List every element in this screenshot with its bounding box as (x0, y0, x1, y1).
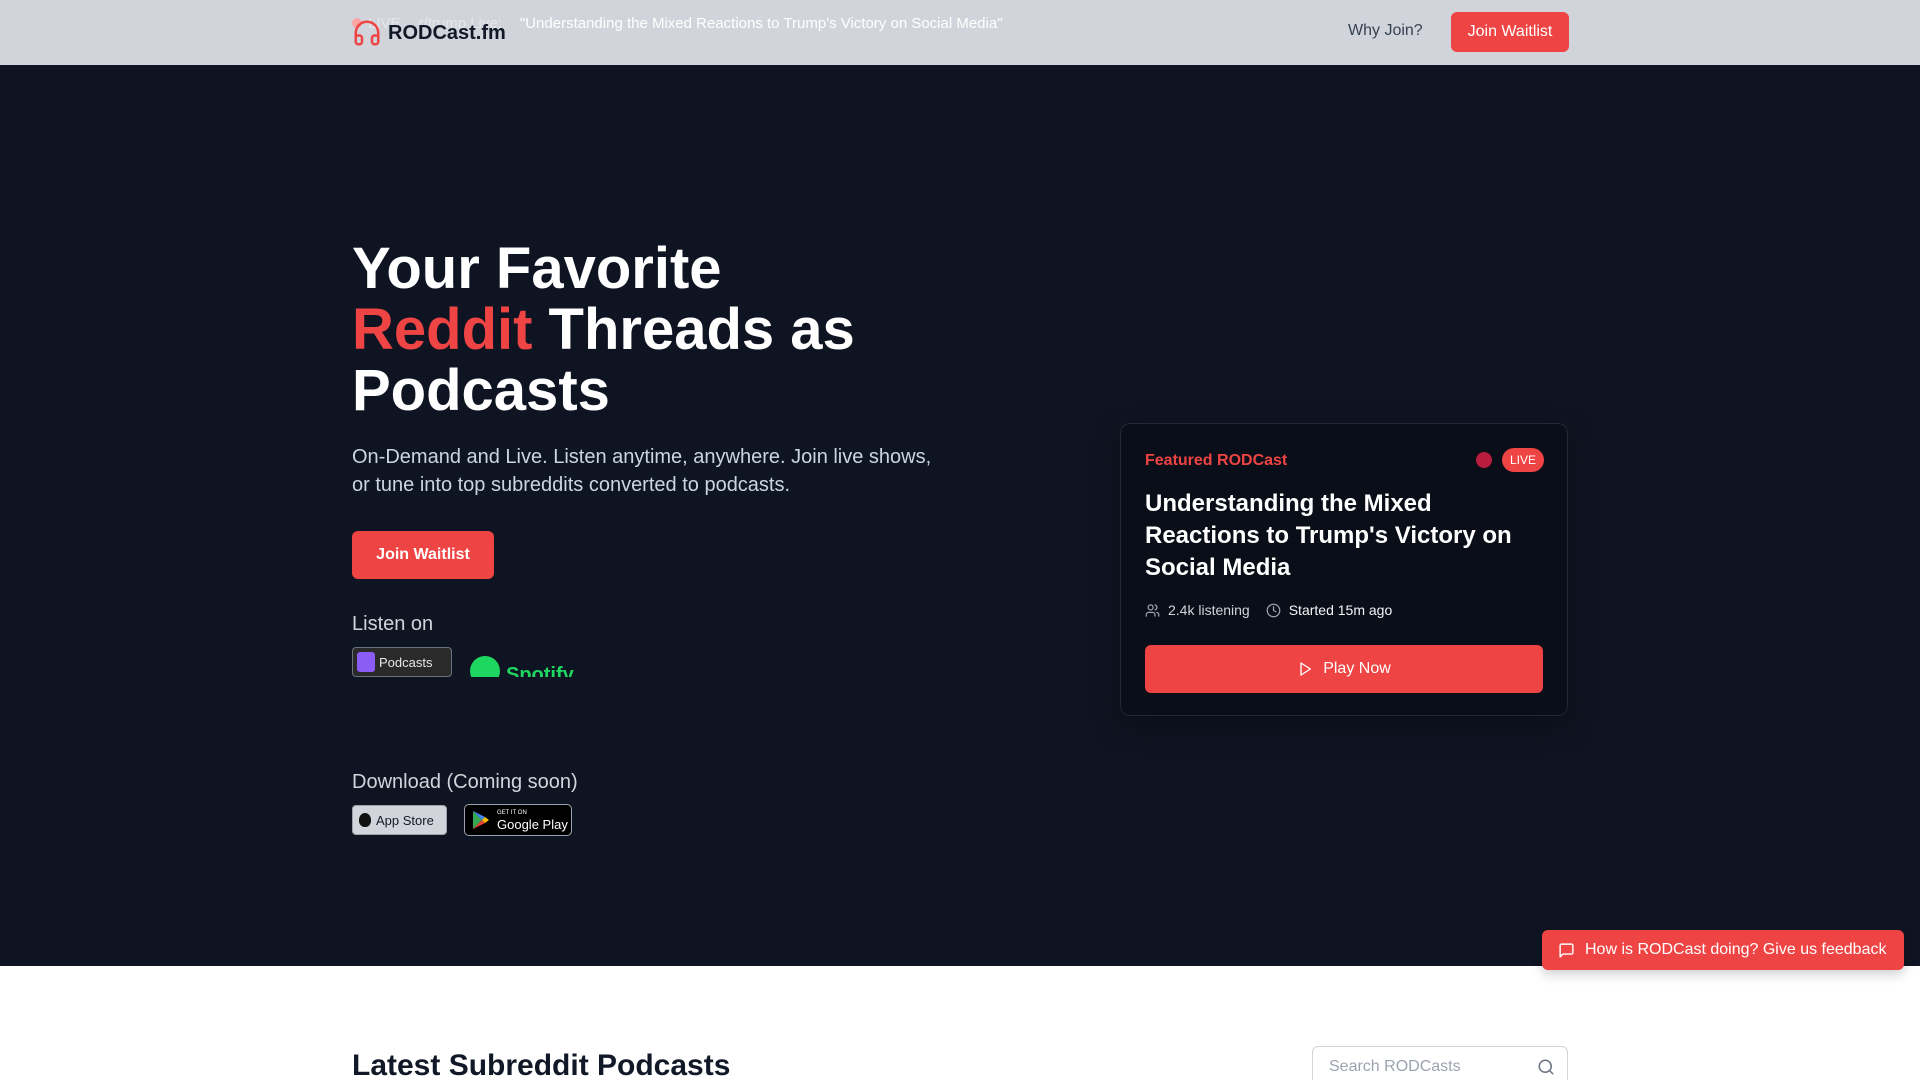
featured-meta: 2.4k listening Started 15m ago (1145, 602, 1392, 618)
live-indicator-icon (1476, 452, 1492, 468)
nav-why-join-link[interactable]: Why Join? (1348, 22, 1423, 40)
top-header: LIVE r/trump Live: "Understanding the Mi… (0, 0, 1920, 65)
listen-on-label: Listen on (352, 613, 434, 635)
spotify-badge[interactable]: Spotify (470, 647, 580, 677)
live-badge: LIVE (1502, 448, 1544, 472)
hero-title-line1: Your Favorite (352, 236, 722, 301)
spotify-label: Spotify (506, 663, 574, 678)
clock-icon (1266, 603, 1281, 617)
featured-rodcast-card: Featured RODCast LIVE Understanding the … (1120, 423, 1568, 716)
search-icon[interactable] (1537, 1058, 1555, 1076)
hero-title-accent: Reddit (352, 297, 533, 362)
google-play-label: Google Play (497, 816, 568, 832)
brand-logo-link[interactable]: RODCast.fm (352, 18, 506, 48)
apple-podcasts-icon (357, 652, 375, 672)
hero-section: Your Favorite Reddit Threads as Podcasts… (0, 65, 1920, 966)
apple-podcasts-label: Podcasts (379, 654, 433, 670)
google-play-badge[interactable]: GET IT ON Google Play (464, 804, 572, 836)
hero-title-line3: Podcasts (352, 358, 610, 423)
listener-count: 2.4k listening (1168, 602, 1250, 618)
nav-join-waitlist-button[interactable]: Join Waitlist (1451, 12, 1569, 52)
feedback-label: How is RODCast doing? Give us feedback (1585, 941, 1887, 958)
feedback-button[interactable]: How is RODCast doing? Give us feedback (1542, 930, 1904, 970)
hero-title-line2: Threads as (532, 297, 855, 362)
latest-podcasts-title: Latest Subreddit Podcasts (352, 1049, 731, 1080)
app-store-label: App Store (376, 812, 434, 828)
hero-join-waitlist-button[interactable]: Join Waitlist (352, 531, 494, 579)
ticker-title: "Understanding the Mixed Reactions to Tr… (519, 14, 1003, 32)
search-input[interactable] (1313, 1047, 1543, 1080)
app-store-badge[interactable]: App Store (352, 805, 447, 835)
search-box (1312, 1046, 1568, 1080)
play-icon (1300, 662, 1312, 676)
play-now-button[interactable]: Play Now (1145, 645, 1543, 693)
download-label: Download (Coming soon) (352, 771, 578, 793)
spotify-icon (470, 656, 500, 677)
featured-title: Understanding the Mixed Reactions to Tru… (1145, 490, 1512, 581)
users-icon (1145, 603, 1160, 617)
google-play-icon (473, 811, 489, 829)
featured-label: Featured RODCast (1145, 452, 1288, 469)
play-now-label: Play Now (1323, 660, 1391, 677)
apple-icon (359, 813, 371, 827)
message-icon (1559, 942, 1574, 958)
hero-subtitle: On-Demand and Live. Listen anytime, anyw… (352, 446, 932, 496)
google-play-small-label: GET IT ON (497, 809, 527, 816)
apple-podcasts-badge[interactable]: Podcasts (352, 647, 452, 677)
brand-name: RODCast.fm (388, 21, 506, 44)
headphones-icon (354, 20, 380, 46)
hero-title: Your Favorite Reddit Threads as Podcasts (352, 238, 952, 421)
started-time: Started 15m ago (1288, 602, 1393, 618)
